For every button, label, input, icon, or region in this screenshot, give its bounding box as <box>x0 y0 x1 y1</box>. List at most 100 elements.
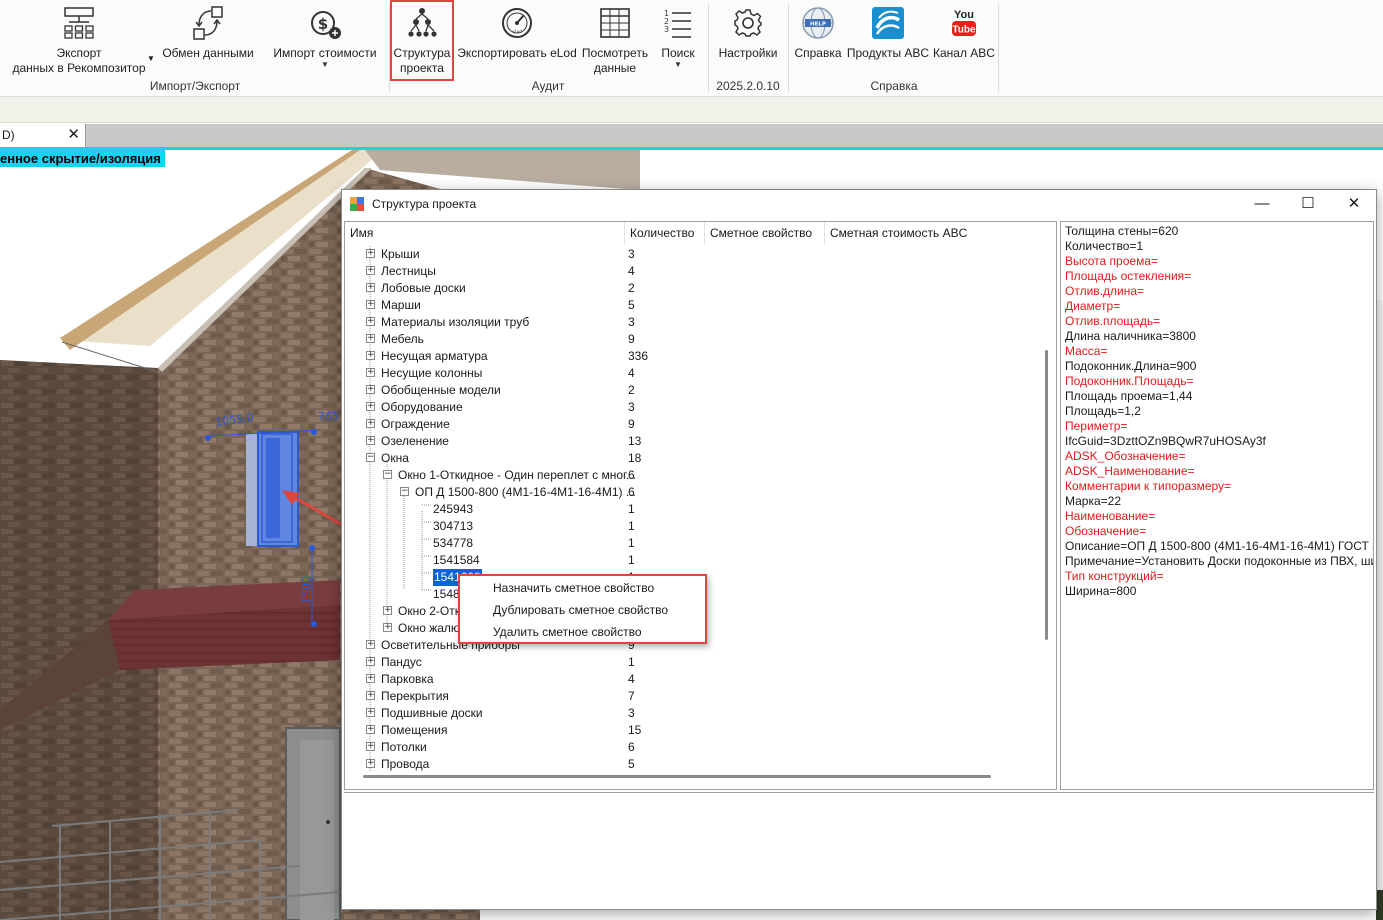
tree-row-label: Окно 1-Откидное - Один переплет с мног..… <box>398 468 636 482</box>
tree-row[interactable]: + Парковка 4 <box>345 671 1056 688</box>
expand-icon[interactable]: + <box>366 300 375 309</box>
tree-row[interactable]: + Материалы изоляции труб 3 <box>345 314 1056 331</box>
bottom-detail-panel[interactable] <box>344 792 1374 904</box>
dialog-titlebar[interactable]: Структура проекта — ☐ ✕ <box>342 190 1376 218</box>
tree-row[interactable]: − Окна 18 <box>345 450 1056 467</box>
tree-row[interactable]: + Лобовые доски 2 <box>345 280 1056 297</box>
tree-row-label: Парковка <box>381 672 434 686</box>
expand-icon[interactable]: + <box>366 742 375 751</box>
property-line: Ширина=800 <box>1065 584 1137 598</box>
duplicate-cost-property-item[interactable]: Дублировать сметное свойство <box>493 603 668 617</box>
help-button[interactable]: HELP Справка <box>792 4 844 61</box>
tree-row[interactable]: + Несущая арматура 336 <box>345 348 1056 365</box>
property-line: Высота проема= <box>1065 254 1158 268</box>
collapse-icon[interactable]: − <box>383 470 392 479</box>
vertical-scrollbar[interactable] <box>1045 350 1048 640</box>
close-icon[interactable]: ✕ <box>67 126 80 143</box>
property-line: Отлив.площадь= <box>1065 314 1161 328</box>
search-button[interactable]: 123 Поиск ▼ <box>656 4 700 69</box>
view-data-label-2: данные <box>593 61 637 75</box>
tree-row[interactable]: − Окно 1-Откидное - Один переплет с мног.… <box>345 467 1056 484</box>
tree-row[interactable]: − ОП Д 1500-800 (4М1-16-4М1-16-4М1) ... 6 <box>345 484 1056 501</box>
settings-button[interactable]: Настройки <box>714 4 782 61</box>
tree-row-label: Окна <box>381 451 409 465</box>
expand-icon[interactable]: + <box>366 266 375 275</box>
expand-icon[interactable]: + <box>366 351 375 360</box>
tree-row[interactable]: + Ограждение 9 <box>345 416 1056 433</box>
settings-label: Настройки <box>718 46 778 60</box>
expand-icon[interactable]: + <box>366 334 375 343</box>
collapse-icon[interactable]: − <box>366 453 375 462</box>
import-cost-button[interactable]: $ Импорт стоимости ▼ <box>268 4 382 69</box>
tree-row-quantity: 6 <box>628 740 635 754</box>
products-abc-button[interactable]: Продукты ABC <box>846 4 930 61</box>
close-button[interactable]: ✕ <box>1331 190 1377 218</box>
tree-row[interactable]: 1541584 1 <box>345 552 1056 569</box>
tree-row[interactable]: + Марши 5 <box>345 297 1056 314</box>
expand-icon[interactable]: + <box>383 606 392 615</box>
tree-row[interactable]: + Обобщенные модели 2 <box>345 382 1056 399</box>
property-line: Длина наличника=3800 <box>1065 329 1196 343</box>
expand-icon[interactable]: + <box>366 317 375 326</box>
tree-row[interactable]: 304713 1 <box>345 518 1056 535</box>
expand-icon[interactable]: + <box>366 402 375 411</box>
ribbon-subbar <box>0 97 1383 123</box>
svg-text:$: $ <box>318 15 328 33</box>
expand-icon[interactable]: + <box>366 759 375 768</box>
expand-icon[interactable]: + <box>366 419 375 428</box>
maximize-button[interactable]: ☐ <box>1285 190 1331 218</box>
tree-row-quantity: 4 <box>628 264 635 278</box>
expand-icon[interactable]: + <box>366 691 375 700</box>
expand-icon[interactable]: + <box>366 368 375 377</box>
svg-text:3: 3 <box>664 25 669 34</box>
collapse-icon[interactable]: − <box>400 487 409 496</box>
tree-row[interactable]: + Крыши 3 <box>345 246 1056 263</box>
tree-row[interactable]: 245943 1 <box>345 501 1056 518</box>
properties-panel[interactable]: Толщина стены=620 Количество=1 Высота прое… <box>1060 221 1374 790</box>
svg-text:eLod: eLod <box>512 29 522 34</box>
expand-icon[interactable]: + <box>383 623 392 632</box>
tree-row[interactable]: + Провода 5 <box>345 756 1056 773</box>
tree-row-quantity: 336 <box>628 349 649 363</box>
tree-row[interactable]: + Подшивные доски 3 <box>345 705 1056 722</box>
expand-icon[interactable]: + <box>366 674 375 683</box>
tree-row[interactable]: 534778 1 <box>345 535 1056 552</box>
tree-row[interactable]: + Перекрытия 7 <box>345 688 1056 705</box>
expand-icon[interactable]: + <box>366 283 375 292</box>
expand-icon[interactable]: + <box>366 436 375 445</box>
structure-tree[interactable]: Имя Количество Сметное свойство Сметная … <box>344 221 1057 790</box>
tree-row[interactable]: + Оборудование 3 <box>345 399 1056 416</box>
document-tab[interactable]: D) ✕ <box>0 124 86 147</box>
minimize-button[interactable]: — <box>1239 190 1285 218</box>
view-data-button[interactable]: Посмотреть данные <box>580 4 650 76</box>
expand-icon[interactable]: + <box>366 708 375 717</box>
exchange-button[interactable]: Обмен данными <box>160 4 256 61</box>
tree-row-label: 1541584 <box>433 553 480 567</box>
horizontal-scrollbar[interactable] <box>363 775 991 778</box>
assign-cost-property-item[interactable]: Назначить сметное свойство <box>493 581 654 595</box>
tree-row[interactable]: + Пандус 1 <box>345 654 1056 671</box>
expand-icon[interactable]: + <box>366 249 375 258</box>
tree-row[interactable]: + Несущие колонны 4 <box>345 365 1056 382</box>
tree-row[interactable]: + Лестницы 4 <box>345 263 1056 280</box>
document-tab-label: D) <box>2 128 15 142</box>
expand-icon[interactable]: + <box>366 657 375 666</box>
tree-row[interactable]: + Озеленение 13 <box>345 433 1056 450</box>
tree-row-quantity: 1 <box>628 553 635 567</box>
delete-cost-property-item[interactable]: Удалить сметное свойство <box>493 625 642 639</box>
property-line: Толщина стены=620 <box>1065 224 1179 238</box>
expand-icon[interactable]: + <box>366 640 375 649</box>
tree-row[interactable]: + Помещения 15 <box>345 722 1056 739</box>
tree-row-quantity: 4 <box>628 672 635 686</box>
export-elod-button[interactable]: eLod Экспортировать eLod <box>456 4 578 61</box>
channel-abc-button[interactable]: You Tube Канал ABC <box>932 4 996 61</box>
tree-row[interactable]: + Потолки 6 <box>345 739 1056 756</box>
tree-row[interactable]: + Мебель 9 <box>345 331 1056 348</box>
help-label: Справка <box>794 46 842 60</box>
expand-icon[interactable]: + <box>366 385 375 394</box>
expand-icon[interactable]: + <box>366 725 375 734</box>
export-button[interactable]: Экспорт данных в Рекомпозитор <box>10 4 148 76</box>
property-line: Комментарии к типоразмеру= <box>1065 479 1232 493</box>
group-label-import-export: Импорт/Экспорт <box>149 79 241 93</box>
export-dropdown-caret[interactable]: ▼ <box>147 54 155 63</box>
